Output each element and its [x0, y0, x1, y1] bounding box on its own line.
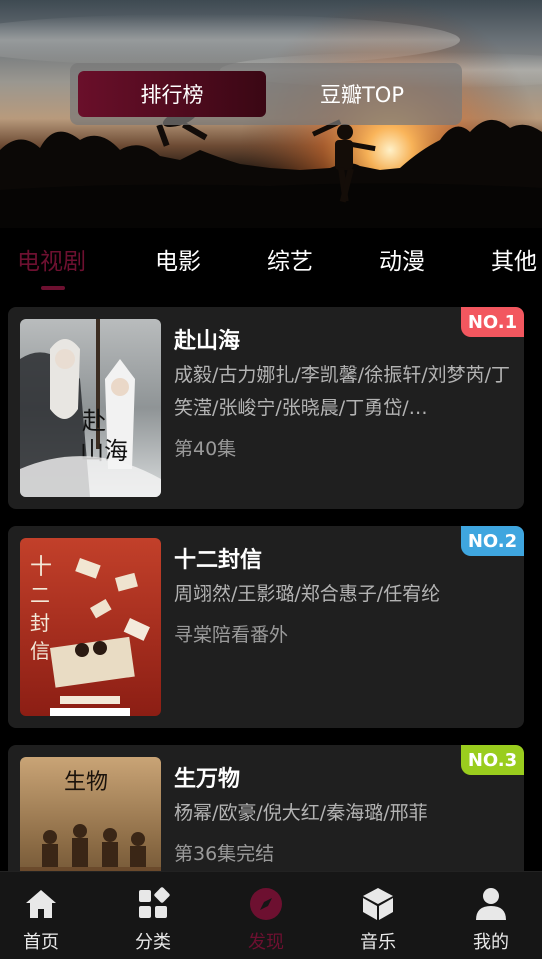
rank-badge: NO.1	[461, 307, 524, 337]
svg-text:生物: 生物	[64, 770, 108, 795]
rank-badge: NO.3	[461, 745, 524, 775]
svg-text:封: 封	[30, 611, 50, 635]
nav-category[interactable]: 分类	[108, 872, 198, 959]
episode-status: 第36集完结	[174, 843, 275, 865]
nav-home[interactable]: 首页	[0, 872, 86, 959]
nav-profile[interactable]: 我的	[446, 872, 536, 959]
category-tabs: 电视剧 电影 综艺 动漫 其他	[0, 228, 542, 298]
nav-label: 首页	[23, 932, 59, 953]
nav-label: 分类	[135, 932, 171, 953]
home-icon	[26, 890, 56, 918]
ranking-source-switch: 排行榜 豆瓣TOP	[70, 63, 462, 125]
active-tab-indicator	[41, 286, 65, 290]
tab-other[interactable]: 其他	[491, 242, 537, 276]
tab-movies[interactable]: 电影	[155, 242, 201, 276]
drama-title: 十二封信	[174, 548, 263, 573]
ranking-card[interactable]: 生物 生万物 杨幂/欧豪/倪大红/秦海璐/邢菲 第36集完结 NO.3	[8, 745, 524, 871]
cast-list: 周翊然/王影璐/郑合惠子/任宥纶	[174, 583, 441, 605]
rank-badge: NO.2	[461, 526, 524, 556]
user-icon	[476, 888, 506, 920]
ranking-list: 赴 山海 赴山海 成毅/古力娜扎/李凯馨/徐振轩/刘梦芮/丁笑滢/张峻宁/张晓晨…	[0, 298, 542, 871]
nav-music[interactable]: 音乐	[333, 872, 423, 959]
svg-text:二: 二	[30, 583, 50, 607]
segment-douban-top[interactable]: 豆瓣TOP	[270, 71, 454, 117]
nav-label: 发现	[248, 932, 284, 953]
ranking-card[interactable]: 赴 山海 赴山海 成毅/古力娜扎/李凯馨/徐振轩/刘梦芮/丁笑滢/张峻宁/张晓晨…	[8, 307, 524, 509]
nav-label: 音乐	[360, 932, 396, 953]
tab-variety[interactable]: 综艺	[267, 242, 313, 276]
nav-discover[interactable]: 发现	[221, 872, 311, 959]
ranking-card[interactable]: 十 二 封 信 十二封信 周翊然/王影璐/郑合惠子/任宥纶 寻棠陪看番外 NO.…	[8, 526, 524, 728]
compass-icon	[250, 888, 282, 920]
cast-list: 成毅/古力娜扎/李凯馨/徐振轩/刘梦芮/丁笑滢/张峻宁/张晓晨/丁勇岱/…	[174, 364, 511, 419]
nav-label: 我的	[473, 932, 509, 953]
poster-image: 十 二 封 信	[20, 538, 161, 716]
episode-status: 寻棠陪看番外	[174, 624, 289, 646]
cast-list: 杨幂/欧豪/倪大红/秦海璐/邢菲	[174, 802, 428, 824]
episode-status: 第40集	[174, 438, 237, 460]
drama-title: 生万物	[174, 767, 241, 792]
drama-title: 赴山海	[174, 329, 241, 354]
svg-text:信: 信	[30, 639, 50, 663]
tab-tv-series[interactable]: 电视剧	[17, 242, 86, 276]
poster-image: 生物	[20, 757, 161, 871]
poster-image: 赴 山海	[20, 319, 161, 497]
hero-banner: 排行榜 豆瓣TOP	[0, 0, 542, 228]
tab-anime[interactable]: 动漫	[379, 242, 425, 276]
category-icon	[139, 887, 170, 918]
bottom-navigation: 首页 分类 发现 音乐 我的	[0, 871, 542, 959]
svg-text:十: 十	[30, 555, 52, 580]
segment-ranking[interactable]: 排行榜	[78, 71, 266, 117]
svg-text:赴: 赴	[82, 407, 106, 435]
cube-icon	[363, 888, 393, 920]
